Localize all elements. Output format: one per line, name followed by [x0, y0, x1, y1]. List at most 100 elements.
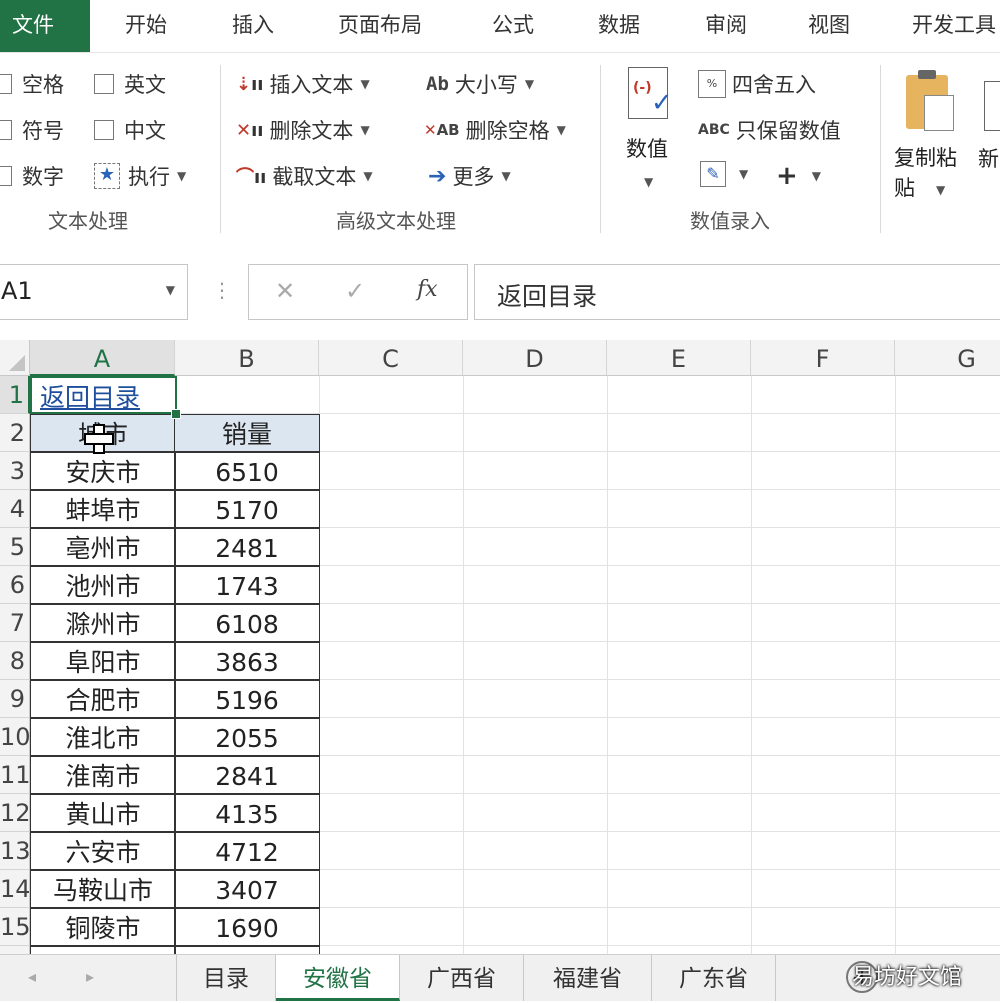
- name-box[interactable]: A1 ▼: [0, 264, 188, 320]
- sheet-tab-fujian[interactable]: 福建省: [524, 955, 652, 1001]
- column-header-b[interactable]: B: [175, 340, 319, 376]
- cell-city[interactable]: 池州市: [30, 566, 176, 604]
- sheet-tab-guangdong[interactable]: 广东省: [652, 955, 776, 1001]
- cell-sales[interactable]: 2841: [174, 756, 320, 794]
- row-header[interactable]: 12: [0, 794, 30, 832]
- tab-review[interactable]: 审阅: [705, 0, 747, 52]
- cell-empty[interactable]: [30, 946, 176, 954]
- column-header-e[interactable]: E: [607, 340, 751, 376]
- cell-sales[interactable]: 4135: [174, 794, 320, 832]
- plus-button[interactable]: + ▼: [776, 161, 821, 191]
- row-header[interactable]: 13: [0, 832, 30, 870]
- fx-icon[interactable]: fx: [417, 277, 438, 302]
- cell-sales[interactable]: 2481: [174, 528, 320, 566]
- cell-city[interactable]: 滁州市: [30, 604, 176, 642]
- sheet-tab-anhui[interactable]: 安徽省: [276, 955, 400, 1001]
- row-header[interactable]: 10: [0, 718, 30, 756]
- cell-sales[interactable]: 5170: [174, 490, 320, 528]
- copy-paste-button[interactable]: 复制粘贴 ▼: [892, 67, 972, 237]
- cell-city[interactable]: 亳州市: [30, 528, 176, 566]
- cell-city[interactable]: 淮南市: [30, 756, 176, 794]
- confirm-icon[interactable]: ✓: [345, 277, 365, 305]
- row-header[interactable]: 6: [0, 566, 30, 604]
- row-header[interactable]: 5: [0, 528, 30, 566]
- scroll-right-icon[interactable]: ▸: [86, 967, 94, 986]
- checkbox-icon[interactable]: [0, 166, 12, 186]
- tab-developer[interactable]: 开发工具: [912, 0, 996, 52]
- row-header[interactable]: 4: [0, 490, 30, 528]
- row-header[interactable]: 15: [0, 908, 30, 946]
- cell-city[interactable]: 铜陵市: [30, 908, 176, 946]
- column-header-a[interactable]: A: [30, 340, 175, 376]
- cell-city[interactable]: 六安市: [30, 832, 176, 870]
- row-header[interactable]: 8: [0, 642, 30, 680]
- row-header[interactable]: [0, 946, 30, 954]
- execute-button[interactable]: ★ 执行 ▼: [94, 161, 186, 191]
- select-all-corner[interactable]: [0, 340, 30, 376]
- cell-city[interactable]: 黄山市: [30, 794, 176, 832]
- number-checkbox[interactable]: 数字: [0, 161, 64, 191]
- column-header-c[interactable]: C: [319, 340, 463, 376]
- column-header-d[interactable]: D: [463, 340, 607, 376]
- case-button[interactable]: Ab 大小写 ▼: [426, 69, 534, 99]
- formula-input[interactable]: 返回目录: [474, 264, 1000, 320]
- delete-text-button[interactable]: ✕ıı 删除文本 ▼: [236, 115, 370, 145]
- row-header[interactable]: 2: [0, 414, 30, 452]
- checkbox-icon[interactable]: [0, 120, 12, 140]
- cell-sales[interactable]: 2055: [174, 718, 320, 756]
- extract-text-button[interactable]: ⌒ıı 截取文本 ▼: [236, 161, 373, 191]
- tab-data[interactable]: 数据: [598, 0, 640, 52]
- worksheet-grid[interactable]: A B C D E F G 1 2 3 4 5 6 7 8 9 10 11 12…: [0, 340, 1000, 954]
- cancel-icon[interactable]: ✕: [275, 277, 295, 305]
- english-checkbox[interactable]: 英文: [94, 69, 166, 99]
- cell-sales[interactable]: 4712: [174, 832, 320, 870]
- cell-sales[interactable]: 5196: [174, 680, 320, 718]
- row-header[interactable]: 1: [0, 376, 30, 414]
- keep-numbers-button[interactable]: ABC 只保留数值: [698, 115, 841, 145]
- tab-home[interactable]: 开始: [125, 0, 167, 52]
- sheet-tab-catalog[interactable]: 目录: [176, 955, 276, 1001]
- fill-handle[interactable]: [171, 409, 181, 419]
- column-header-f[interactable]: F: [751, 340, 895, 376]
- row-header[interactable]: 14: [0, 870, 30, 908]
- checkbox-icon[interactable]: [0, 74, 12, 94]
- cell-sales[interactable]: 6510: [174, 452, 320, 490]
- round-button[interactable]: % 四舍五入: [698, 69, 816, 99]
- cell-a1-hyperlink[interactable]: 返回目录: [30, 376, 177, 414]
- cell-sales[interactable]: 1743: [174, 566, 320, 604]
- checkbox-icon[interactable]: [94, 120, 114, 140]
- row-header[interactable]: 9: [0, 680, 30, 718]
- cell-sales[interactable]: 3407: [174, 870, 320, 908]
- tab-view[interactable]: 视图: [808, 0, 850, 52]
- chinese-checkbox[interactable]: 中文: [94, 115, 166, 145]
- cell-city[interactable]: 淮北市: [30, 718, 176, 756]
- tab-page-layout[interactable]: 页面布局: [338, 0, 422, 52]
- cell-sales[interactable]: 3863: [174, 642, 320, 680]
- edit-button[interactable]: ✎ ▼: [700, 161, 748, 187]
- row-header[interactable]: 3: [0, 452, 30, 490]
- cell-sales[interactable]: 6108: [174, 604, 320, 642]
- row-header[interactable]: 7: [0, 604, 30, 642]
- cell-city[interactable]: 合肥市: [30, 680, 176, 718]
- cell-city[interactable]: 阜阳市: [30, 642, 176, 680]
- sheet-tab-guangxi[interactable]: 广西省: [400, 955, 524, 1001]
- cell-city[interactable]: 马鞍山市: [30, 870, 176, 908]
- tab-insert[interactable]: 插入: [232, 0, 274, 52]
- column-header-g[interactable]: G: [895, 340, 1000, 376]
- delete-space-button[interactable]: ✕AB 删除空格 ▼: [424, 115, 566, 145]
- header-sales[interactable]: 销量: [174, 414, 320, 452]
- row-header[interactable]: 11: [0, 756, 30, 794]
- insert-text-button[interactable]: ⇣ıı 插入文本 ▼: [236, 69, 370, 99]
- cell-city[interactable]: 安庆市: [30, 452, 176, 490]
- tab-formulas[interactable]: 公式: [492, 0, 534, 52]
- checkbox-icon[interactable]: [94, 74, 114, 94]
- scroll-left-icon[interactable]: ◂: [28, 967, 36, 986]
- space-checkbox[interactable]: 空格: [0, 69, 64, 99]
- tab-file[interactable]: 文件: [0, 0, 90, 52]
- new-button[interactable]: 新: [978, 67, 1000, 237]
- value-button[interactable]: (-) ✓ 数值 ▼: [622, 63, 680, 243]
- cell-city[interactable]: 蚌埠市: [30, 490, 176, 528]
- cell-empty[interactable]: [174, 946, 320, 954]
- symbol-checkbox[interactable]: 符号: [0, 115, 64, 145]
- more-button[interactable]: ➔ 更多 ▼: [428, 161, 511, 191]
